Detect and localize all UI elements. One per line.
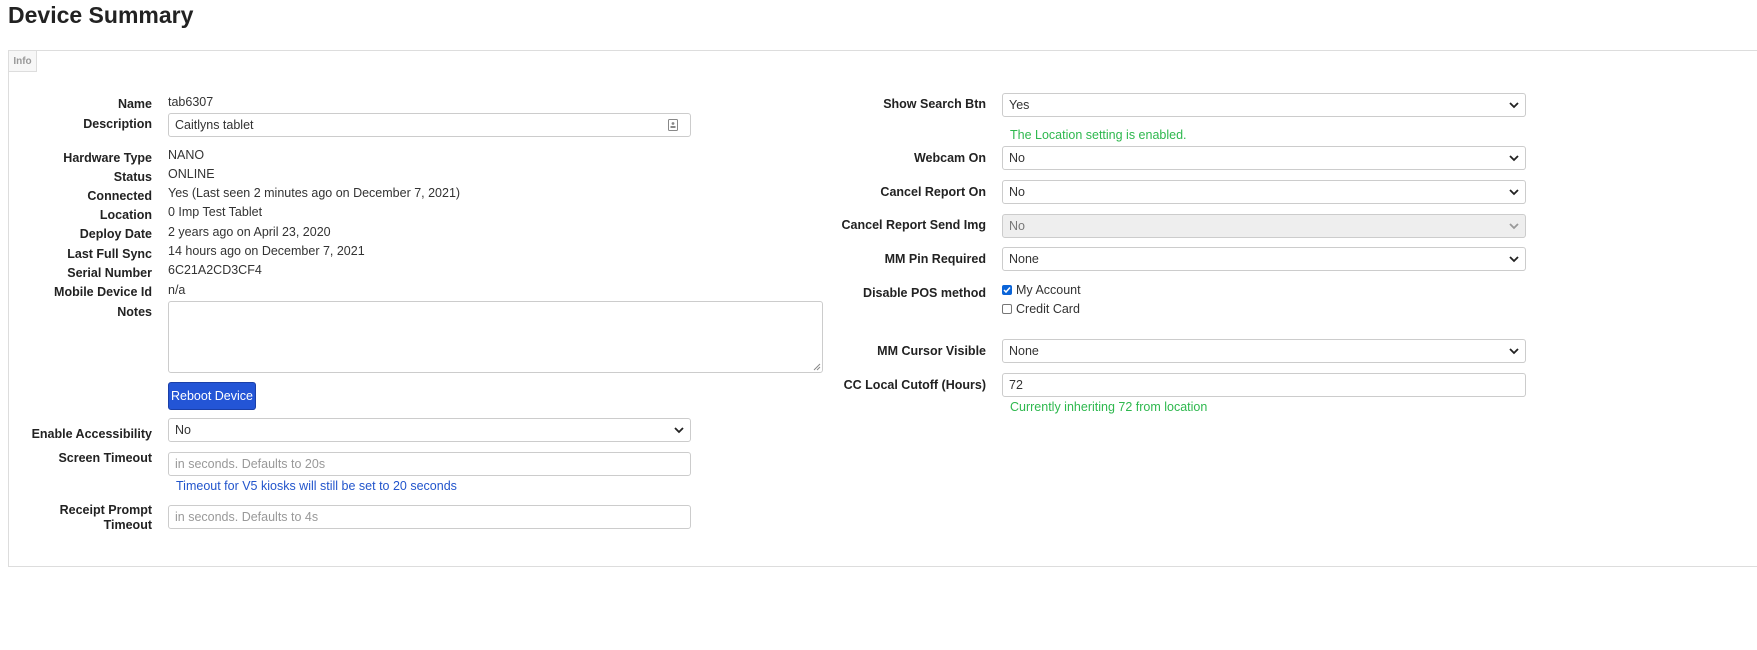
mm-pin-required-label: MM Pin Required [884,252,986,266]
cancel-report-send-img-select: No [1002,214,1526,238]
deploy-date-value: 2 years ago on April 23, 2020 [168,225,331,239]
page-title: Device Summary [8,2,194,28]
cancel-report-on-value: No [1009,185,1025,199]
mobile-device-id-value: n/a [168,283,186,297]
reboot-device-button[interactable]: Reboot Device [168,382,256,410]
disable-pos-method-label: Disable POS method [863,286,986,300]
receipt-prompt-timeout-label: Receipt Prompt Timeout [59,503,152,532]
enable-accessibility-select[interactable]: No [168,418,691,442]
contact-card-icon [668,119,678,131]
connected-label: Connected [87,189,152,203]
serial-number-value: 6C21A2CD3CF4 [168,263,262,277]
chevron-down-icon [1509,102,1519,109]
credit-card-checkbox-row[interactable]: Credit Card [1002,302,1080,316]
screen-timeout-hint: Timeout for V5 kiosks will still be set … [176,479,457,493]
mm-cursor-visible-value: None [1009,344,1039,358]
enable-accessibility-value: No [175,423,191,437]
cancel-report-on-label: Cancel Report On [880,185,986,199]
checkmark-icon [1003,287,1011,294]
receipt-prompt-timeout-placeholder: in seconds. Defaults to 4s [175,510,319,524]
receipt-prompt-timeout-input[interactable]: in seconds. Defaults to 4s [168,505,691,529]
mm-cursor-visible-label: MM Cursor Visible [877,344,986,358]
cancel-report-on-select[interactable]: No [1002,180,1526,204]
enable-accessibility-label: Enable Accessibility [31,427,152,441]
show-search-btn-label: Show Search Btn [883,97,986,111]
description-input[interactable]: Caitlyns tablet [168,113,691,137]
webcam-on-select[interactable]: No [1002,146,1526,170]
cc-local-cutoff-hint: Currently inheriting 72 from location [1010,400,1208,414]
resize-handle-icon[interactable] [813,363,821,371]
chevron-down-icon [1509,189,1519,196]
show-search-btn-hint: The Location setting is enabled. [1010,128,1187,142]
status-value: ONLINE [168,167,215,181]
my-account-label: My Account [1016,283,1081,297]
serial-number-label: Serial Number [67,266,152,280]
mobile-device-id-label: Mobile Device Id [54,285,152,299]
mm-pin-required-select[interactable]: None [1002,247,1526,271]
cancel-report-send-img-label: Cancel Report Send Img [841,218,986,232]
connected-value: Yes (Last seen 2 minutes ago on December… [168,186,461,200]
show-search-btn-value: Yes [1009,98,1030,112]
hardware-type-value: NANO [168,148,205,162]
mm-pin-required-value: None [1009,252,1039,266]
show-search-btn-select[interactable]: Yes [1002,93,1526,117]
description-label: Description [83,117,152,131]
cc-local-cutoff-value: 72 [1009,378,1023,392]
name-value: tab6307 [168,95,214,109]
status-label: Status [113,170,152,184]
screen-timeout-label: Screen Timeout [58,451,152,465]
chevron-down-icon [1509,348,1519,355]
chevron-down-icon [1509,223,1519,230]
deploy-date-label: Deploy Date [79,227,152,241]
chevron-down-icon [674,427,684,434]
credit-card-label: Credit Card [1016,302,1080,316]
cc-local-cutoff-input[interactable]: 72 [1002,373,1526,397]
cancel-report-send-img-value: No [1009,219,1025,233]
chevron-down-icon [1509,155,1519,162]
screen-timeout-placeholder: in seconds. Defaults to 20s [175,457,326,471]
chevron-down-icon [1509,256,1519,263]
mm-cursor-visible-select[interactable]: None [1002,339,1526,363]
last-full-sync-value: 14 hours ago on December 7, 2021 [168,244,365,258]
my-account-checkbox-row[interactable]: My Account [1002,283,1081,297]
webcam-on-value: No [1009,151,1025,165]
name-label: Name [117,97,152,111]
notes-label: Notes [117,305,152,319]
screen-timeout-input[interactable]: in seconds. Defaults to 20s [168,452,691,476]
cc-local-cutoff-label: CC Local Cutoff (Hours) [843,378,986,392]
my-account-checkbox[interactable] [1002,285,1012,295]
tab-info[interactable]: Info [8,51,37,72]
description-value: Caitlyns tablet [175,118,254,132]
credit-card-checkbox[interactable] [1002,304,1012,314]
notes-textarea[interactable] [168,301,823,373]
location-label: Location [99,208,152,222]
webcam-on-label: Webcam On [913,151,986,165]
hardware-type-label: Hardware Type [63,151,152,165]
location-value: 0 Imp Test Tablet [168,205,263,219]
last-full-sync-label: Last Full Sync [67,247,152,261]
